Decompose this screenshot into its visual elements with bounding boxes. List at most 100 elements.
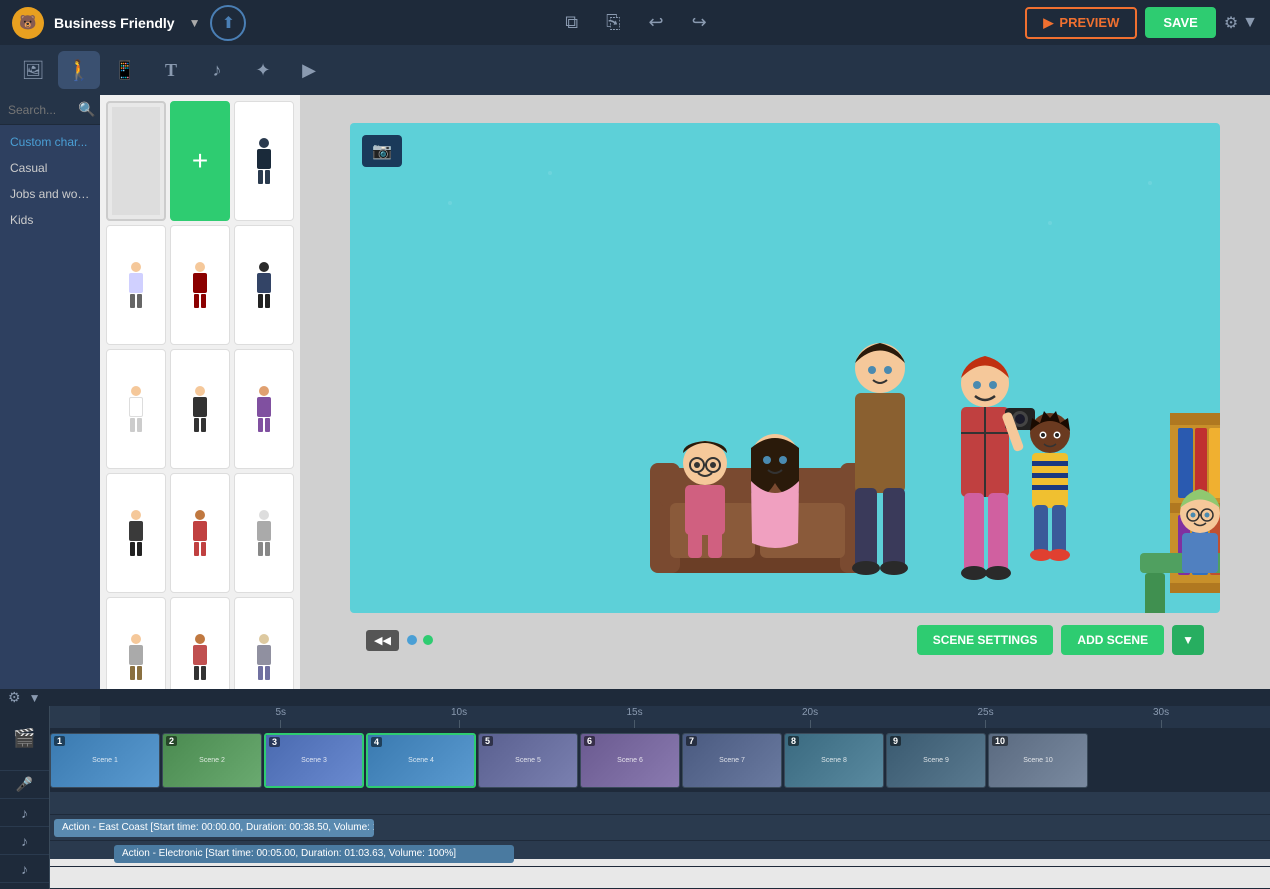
timeline-header: ⚙ ▼ bbox=[0, 689, 1270, 706]
ruler-mark-5s: 5s bbox=[276, 706, 287, 728]
add-character-button[interactable]: + bbox=[170, 101, 230, 221]
paste-button[interactable]: ⎘ bbox=[598, 8, 628, 37]
timeline: ⚙ ▼ 🎬 🎤 ♪ ♪ ♪ 5s 10s bbox=[0, 689, 1270, 859]
scene-illustration bbox=[350, 123, 1220, 613]
preview-label: PREVIEW bbox=[1059, 15, 1119, 30]
image-icon: 🖼 bbox=[22, 60, 45, 81]
toolbar-tab-audio[interactable]: ♪ bbox=[196, 51, 238, 89]
char-card-9[interactable] bbox=[170, 473, 230, 593]
brand-name: Business Friendly bbox=[54, 15, 175, 31]
char-card-12[interactable] bbox=[170, 597, 230, 689]
brand-logo: 🐻 bbox=[12, 7, 44, 39]
char-card-3[interactable] bbox=[170, 225, 230, 345]
char-card-6[interactable] bbox=[170, 349, 230, 469]
char-card-8[interactable] bbox=[106, 473, 166, 593]
timeline-body: 🎬 🎤 ♪ ♪ ♪ 5s 10s 1 bbox=[0, 706, 1270, 889]
video-icon: ▶ bbox=[302, 60, 316, 81]
scene-thumb-9[interactable]: 9 Scene 9 bbox=[886, 733, 986, 788]
text-icon: T bbox=[165, 60, 177, 81]
sidebar-item-casual[interactable]: Casual bbox=[0, 155, 100, 181]
sidebar-item-kids[interactable]: Kids bbox=[0, 207, 100, 233]
search-input[interactable] bbox=[8, 103, 78, 117]
toolbar: 🖼 🚶 📱 T ♪ ✦ ▶ bbox=[0, 45, 1270, 95]
scene-settings-button[interactable]: SCENE SETTINGS bbox=[917, 625, 1054, 655]
audio-bar-2[interactable]: Action - Electronic [Start time: 00:05.0… bbox=[114, 845, 514, 863]
char-card-13[interactable] bbox=[234, 597, 294, 689]
track-label-music2: ♪ bbox=[0, 827, 49, 855]
canvas-stage[interactable]: 📷 bbox=[350, 123, 1220, 613]
scene-thumb-8[interactable]: 8 Scene 8 bbox=[784, 733, 884, 788]
audio-track-2: Action - Electronic [Start time: 00:05.0… bbox=[50, 841, 1270, 867]
toolbar-tab-character[interactable]: 🚶 bbox=[58, 51, 100, 89]
scene-thumb-2[interactable]: 2 Scene 2 bbox=[162, 733, 262, 788]
scene-thumb-5[interactable]: 5 Scene 5 bbox=[478, 733, 578, 788]
sidebar-item-custom-char[interactable]: Custom char... bbox=[0, 129, 100, 155]
scene-thumb-4[interactable]: 4 Scene 4 bbox=[366, 733, 476, 788]
char-card-1[interactable] bbox=[234, 101, 294, 221]
character-icon: 🚶 bbox=[67, 58, 92, 83]
char-card-2[interactable] bbox=[106, 225, 166, 345]
search-icon[interactable]: 🔍 bbox=[78, 101, 95, 118]
settings-button[interactable]: ⚙ ▼ bbox=[1224, 13, 1258, 33]
redo-button[interactable]: ↪ bbox=[684, 8, 715, 37]
copy-button[interactable]: ⧉ bbox=[557, 8, 586, 37]
char-blank-selected[interactable] bbox=[106, 101, 166, 221]
brand-dropdown-arrow[interactable]: ▼ bbox=[189, 16, 201, 30]
canvas-area: 📷 bbox=[300, 95, 1270, 689]
undo-button[interactable]: ↩ bbox=[640, 8, 671, 37]
audio-tracks: Action - East Coast [Start time: 00:00.0… bbox=[50, 793, 1270, 889]
timeline-settings-arrow[interactable]: ▼ bbox=[29, 691, 41, 705]
track-label-music1: ♪ bbox=[0, 799, 49, 827]
ruler-mark-15s: 15s bbox=[627, 706, 643, 728]
preview-button[interactable]: ▶ PREVIEW bbox=[1025, 7, 1137, 39]
audio-icon: ♪ bbox=[213, 60, 222, 81]
audio-track-empty-2 bbox=[50, 867, 1270, 889]
effects-icon: ✦ bbox=[255, 60, 270, 81]
settings-icon: ⚙ bbox=[1224, 13, 1238, 33]
add-scene-button[interactable]: ADD SCENE bbox=[1061, 625, 1164, 655]
toolbar-tab-image[interactable]: 🖼 bbox=[12, 51, 54, 89]
upload-button[interactable]: ⬆ bbox=[210, 5, 246, 41]
scene-nav-button[interactable]: ◀◀ bbox=[366, 630, 399, 651]
char-card-4[interactable] bbox=[234, 225, 294, 345]
nav-dot-1[interactable] bbox=[407, 635, 417, 645]
ruler-marks: 5s 10s 15s 20s bbox=[100, 706, 1270, 728]
camera-icon: 📷 bbox=[362, 135, 402, 167]
scene-thumb-10[interactable]: 10 Scene 10 bbox=[988, 733, 1088, 788]
char-card-7[interactable] bbox=[234, 349, 294, 469]
timeline-tracks: 5s 10s 15s 20s bbox=[50, 706, 1270, 889]
scene-navigation: ◀◀ bbox=[366, 630, 433, 651]
sidebar-item-jobs[interactable]: Jobs and wor... bbox=[0, 181, 100, 207]
dot-navigation bbox=[407, 635, 433, 645]
audio-bar-1-label: Action - East Coast [Start time: 00:00.0… bbox=[62, 822, 374, 833]
scene-thumb-1[interactable]: 1 Scene 1 bbox=[50, 733, 160, 788]
toolbar-tab-effects[interactable]: ✦ bbox=[242, 51, 284, 89]
scene-thumb-6[interactable]: 6 Scene 6 bbox=[580, 733, 680, 788]
scene-thumbnails: 1 Scene 1 2 Scene 2 3 Scene 3 4 Scene 4 … bbox=[50, 728, 1270, 793]
settings-arrow: ▼ bbox=[1242, 14, 1258, 32]
char-card-5[interactable] bbox=[106, 349, 166, 469]
header-right: ▶ PREVIEW SAVE ⚙ ▼ bbox=[1025, 7, 1258, 39]
audio-bar-1[interactable]: Action - East Coast [Start time: 00:00.0… bbox=[54, 819, 374, 837]
nav-dot-2[interactable] bbox=[423, 635, 433, 645]
add-scene-dropdown-button[interactable]: ▼ bbox=[1172, 625, 1204, 655]
sidebar: 🔍 Custom char... Casual Jobs and wor... … bbox=[0, 95, 100, 689]
ruler-mark-30s: 30s bbox=[1153, 706, 1169, 728]
char-card-10[interactable] bbox=[234, 473, 294, 593]
character-panel: + bbox=[100, 95, 300, 689]
toolbar-tab-video[interactable]: ▶ bbox=[288, 51, 330, 89]
timeline-settings-icon[interactable]: ⚙ bbox=[8, 689, 21, 706]
save-button[interactable]: SAVE bbox=[1145, 7, 1215, 38]
scene-thumb-7[interactable]: 7 Scene 7 bbox=[682, 733, 782, 788]
char-card-11[interactable] bbox=[106, 597, 166, 689]
toolbar-tab-text[interactable]: T bbox=[150, 51, 192, 89]
ruler-mark-20s: 20s bbox=[802, 706, 818, 728]
audio-track-1: Action - East Coast [Start time: 00:00.0… bbox=[50, 815, 1270, 841]
main-content: 🔍 Custom char... Casual Jobs and wor... … bbox=[0, 95, 1270, 689]
scene-thumb-3[interactable]: 3 Scene 3 bbox=[264, 733, 364, 788]
sidebar-categories: Custom char... Casual Jobs and wor... Ki… bbox=[0, 125, 100, 237]
upload-icon: ⬆ bbox=[222, 13, 235, 33]
toolbar-tab-device[interactable]: 📱 bbox=[104, 51, 146, 89]
character-grid: + bbox=[106, 101, 294, 689]
track-label-voice: 🎤 bbox=[0, 771, 49, 799]
